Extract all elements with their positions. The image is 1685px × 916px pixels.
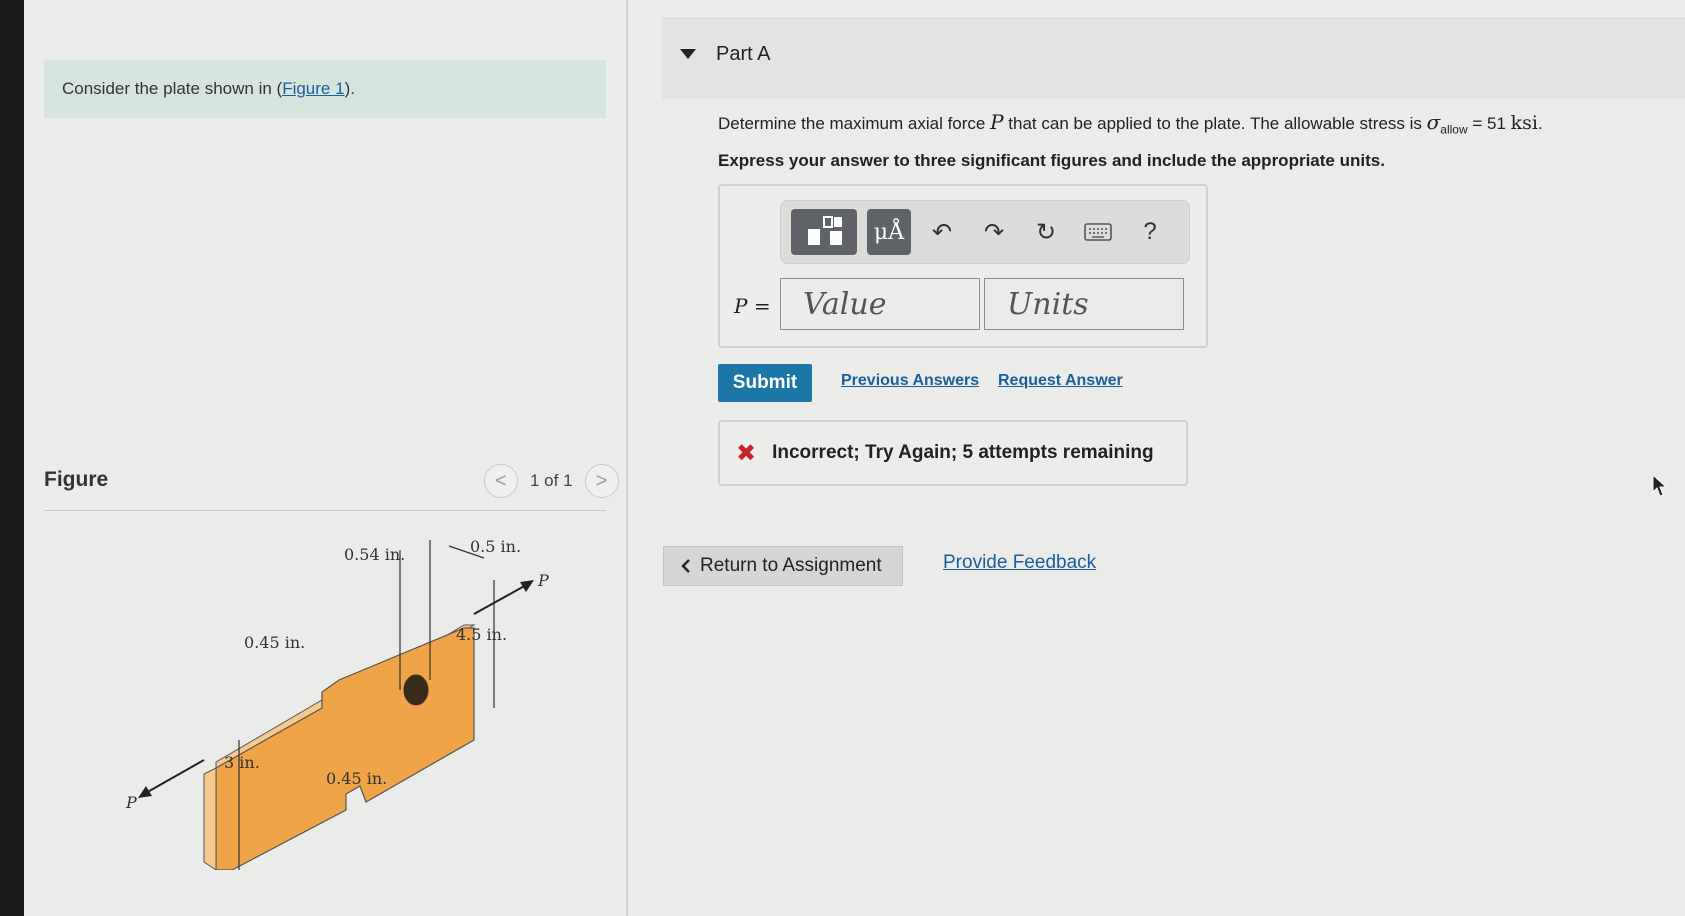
screen-bezel <box>0 0 24 916</box>
keyboard-icon <box>1084 223 1112 241</box>
question-seg2: that can be applied to the plate. The al… <box>1003 114 1427 133</box>
label-notch-top: 0.45 in. <box>244 633 305 652</box>
templates-button[interactable] <box>791 209 857 255</box>
label-force-left: P <box>125 793 137 812</box>
undo-icon: ↶ <box>931 218 953 246</box>
undo-button[interactable]: ↶ <box>921 209 963 255</box>
force-arrow-left <box>143 759 205 795</box>
provide-feedback-link[interactable]: Provide Feedback <box>943 552 1096 574</box>
request-answer-link[interactable]: Request Answer <box>998 372 1123 390</box>
question-seg4: . <box>1538 114 1543 133</box>
label-height-right: 4.5 in. <box>456 625 507 644</box>
figure-title: Figure <box>44 468 109 491</box>
submit-button[interactable]: Submit <box>718 364 812 402</box>
p-equals-label: P = <box>734 294 771 318</box>
figure-divider <box>44 510 606 511</box>
redo-button[interactable]: ↷ <box>973 209 1015 255</box>
help-icon: ? <box>1143 218 1157 245</box>
prev-figure-button[interactable]: < <box>484 464 518 498</box>
question-seg3: = 51 <box>1467 114 1511 133</box>
label-hole: 0.5 in. <box>470 540 521 556</box>
value-input[interactable] <box>780 278 980 330</box>
chevron-left-icon: < <box>495 469 507 492</box>
keyboard-button[interactable] <box>1077 209 1119 255</box>
intro-box: Consider the plate shown in (Figure 1). <box>44 60 606 118</box>
arrowhead-left-icon <box>138 786 152 798</box>
part-header[interactable]: Part A <box>662 18 1685 99</box>
reset-icon: ↻ <box>1035 218 1057 246</box>
units-button[interactable]: μÅ <box>867 209 911 255</box>
intro-text-before: Consider the plate shown in ( <box>62 79 283 98</box>
caret-down-icon[interactable] <box>680 49 696 59</box>
part-title: Part A <box>716 43 771 65</box>
label-force-right: P <box>537 571 549 590</box>
plate-figure: 0.54 in. 0.5 in. P 4.5 in. 0.45 in. 3 in… <box>125 540 549 870</box>
help-button[interactable]: ? <box>1129 209 1171 255</box>
question-instruction: Express your answer to three significant… <box>718 151 1385 171</box>
plate-hole <box>403 674 429 706</box>
label-notch-bottom: 0.45 in. <box>326 769 387 788</box>
mouse-cursor-icon <box>1652 474 1668 497</box>
sigma-symbol: σ <box>1426 110 1441 134</box>
next-figure-button[interactable]: > <box>584 464 619 498</box>
label-top-width: 0.54 in. <box>344 545 405 564</box>
question-var-p: P <box>990 110 1004 134</box>
plate-face <box>215 627 475 870</box>
question-line: Determine the maximum axial force P that… <box>718 108 1668 143</box>
mu-angstrom-icon: μÅ <box>873 219 905 245</box>
chevron-left-icon <box>681 559 690 573</box>
arrowhead-right-icon <box>520 580 534 592</box>
force-arrow-right <box>473 583 529 615</box>
question-text: Determine the maximum axial force P that… <box>718 108 1668 171</box>
math-toolbar: μÅ ↶ ↷ ↻ ? <box>780 200 1190 264</box>
pager-count: 1 of 1 <box>530 471 573 490</box>
figure-pager: < 1 of 1 > <box>484 464 619 498</box>
templates-icon <box>808 216 842 245</box>
left-pane: Consider the plate shown in (Figure 1). … <box>24 0 626 916</box>
redo-icon: ↷ <box>983 218 1005 246</box>
intro-text-after: ). <box>344 79 355 98</box>
answer-box: μÅ ↶ ↷ ↻ ? P = <box>718 184 1208 348</box>
figure-link[interactable]: Figure 1 <box>282 79 344 99</box>
feedback-message: Incorrect; Try Again; 5 attempts remaini… <box>772 442 1154 463</box>
error-x-icon: ✖ <box>736 439 757 467</box>
stress-unit: ksi <box>1510 112 1538 134</box>
right-pane: Part A Determine the maximum axial force… <box>628 0 1685 916</box>
return-to-assignment-button[interactable]: Return to Assignment <box>663 546 903 586</box>
chevron-right-icon: > <box>595 469 608 492</box>
return-label: Return to Assignment <box>700 555 882 576</box>
reset-button[interactable]: ↻ <box>1025 209 1067 255</box>
units-input[interactable] <box>984 278 1184 330</box>
previous-answers-link[interactable]: Previous Answers <box>841 372 979 390</box>
feedback-box: ✖ Incorrect; Try Again; 5 attempts remai… <box>718 420 1188 486</box>
figure-header: Figure < 1 of 1 > <box>44 460 626 510</box>
plate-left-edge <box>203 767 217 870</box>
question-seg1: Determine the maximum axial force <box>718 114 991 133</box>
sigma-subscript: allow <box>1440 122 1468 137</box>
label-height-left: 3 in. <box>224 753 260 772</box>
